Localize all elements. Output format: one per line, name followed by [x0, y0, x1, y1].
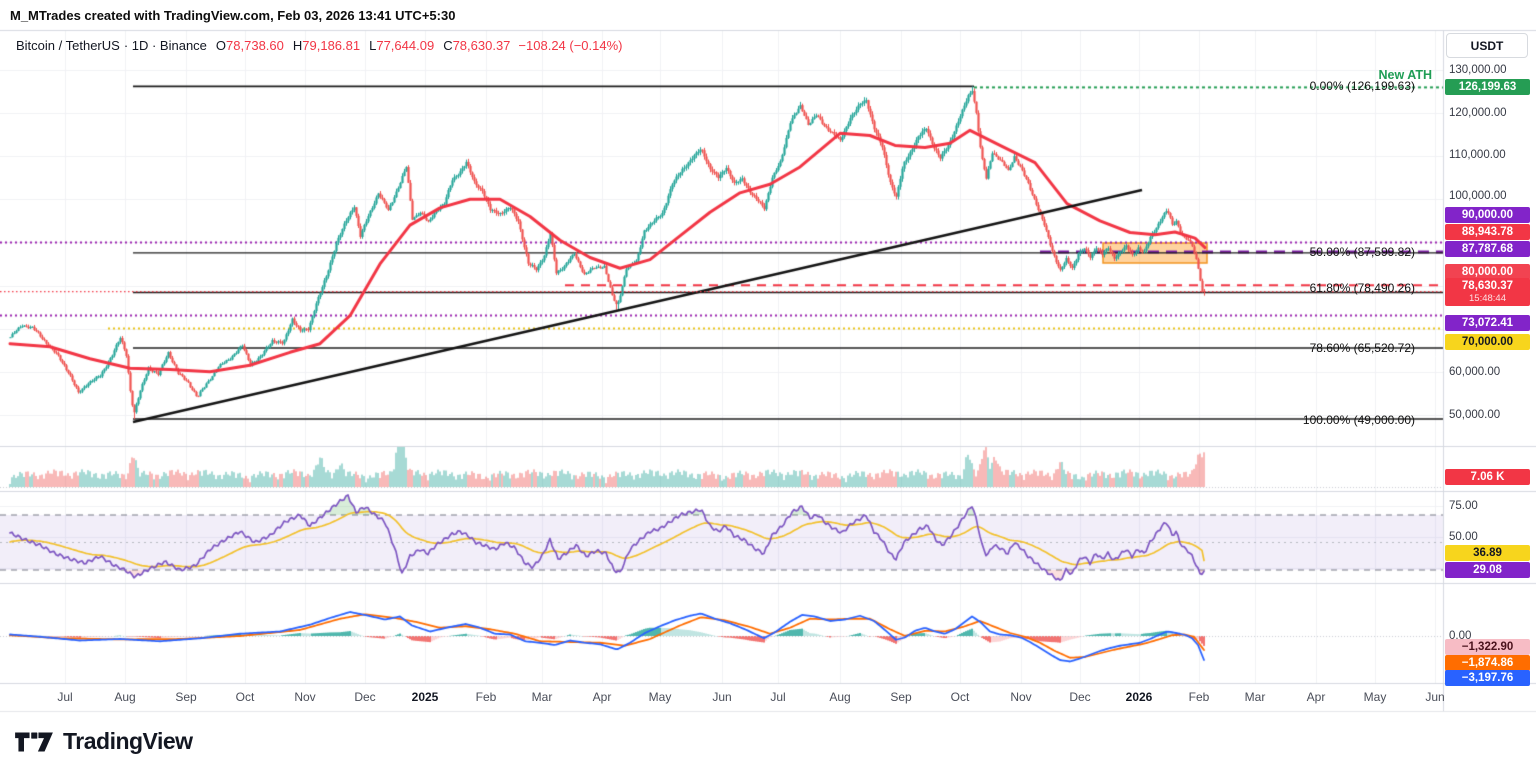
- high-label: H: [293, 38, 302, 53]
- time-axis-month-label: Oct: [951, 690, 970, 704]
- change-value: −108.24 (−0.14%): [518, 38, 622, 53]
- time-axis-month-label: Feb: [476, 690, 497, 704]
- time-axis-month-label: Sep: [175, 690, 196, 704]
- time-axis-month-label: Nov: [294, 690, 315, 704]
- fib-level-label[interactable]: 50.00% (87,599.82): [1310, 245, 1415, 259]
- price-line-badge: −1,874.86: [1445, 655, 1530, 671]
- badge-value: 70,000.00: [1445, 334, 1530, 350]
- badge-value: 78,630.37: [1445, 278, 1530, 294]
- price-line-badge: 126,199.63: [1445, 79, 1530, 95]
- tradingview-logo-link[interactable]: TradingView: [14, 728, 193, 755]
- time-axis-month-label: May: [1364, 690, 1387, 704]
- badge-value: 126,199.63: [1445, 79, 1530, 95]
- price-line-badge[interactable]: 87,787.68: [1445, 241, 1530, 257]
- high-value: 79,186.81: [302, 38, 360, 53]
- price-line-badge: 36.89: [1445, 545, 1530, 561]
- countdown-timer: 15:48:44: [1445, 294, 1530, 306]
- current-price-badge: 78,630.3715:48:44: [1445, 278, 1530, 306]
- time-axis-month-label: Jun: [712, 690, 731, 704]
- price-line-badge: −3,197.76: [1445, 670, 1530, 686]
- badge-value: 90,000.00: [1445, 207, 1530, 223]
- time-axis-month-label: Nov: [1010, 690, 1031, 704]
- time-axis-year-label: 2026: [1126, 690, 1153, 704]
- fib-level-label[interactable]: 100.00% (49,000.00): [1303, 413, 1415, 427]
- attribution-text: M_MTrades created with TradingView.com, …: [10, 8, 455, 23]
- time-axis-month-label: Jul: [57, 690, 72, 704]
- price-line-badge[interactable]: 70,000.00: [1445, 334, 1530, 350]
- open-value: 78,738.60: [226, 38, 284, 53]
- symbol-meta: · 1D · Binance: [124, 38, 207, 53]
- badge-value: −3,197.76: [1445, 670, 1530, 686]
- symbol-title[interactable]: Bitcoin / TetherUS: [16, 38, 120, 53]
- price-axis-label: 50.00: [1449, 531, 1478, 543]
- tradingview-screenshot: M_MTrades created with TradingView.com, …: [0, 0, 1536, 775]
- time-axis-month-label: Jun: [1425, 690, 1444, 704]
- time-axis-month-label: Aug: [829, 690, 850, 704]
- price-line-badge[interactable]: 88,943.78: [1445, 224, 1530, 240]
- time-axis-month-label: Aug: [114, 690, 135, 704]
- time-axis-month-label: Apr: [593, 690, 612, 704]
- time-axis-month-label: Feb: [1189, 690, 1210, 704]
- fib-level-label[interactable]: 61.80% (78,490.26): [1310, 281, 1415, 295]
- price-line-badge: 7.06 K: [1445, 469, 1530, 485]
- time-axis-month-label: Dec: [354, 690, 375, 704]
- price-axis-label: 75.00: [1449, 500, 1478, 512]
- badge-value: −1,322.90: [1445, 639, 1530, 655]
- time-axis-month-label: Dec: [1069, 690, 1090, 704]
- time-axis-month-label: Apr: [1307, 690, 1326, 704]
- badge-value: 73,072.41: [1445, 315, 1530, 331]
- close-value: 78,630.37: [453, 38, 511, 53]
- time-axis-month-label: Sep: [890, 690, 911, 704]
- price-axis-label: 50,000.00: [1449, 409, 1500, 421]
- price-line-badge[interactable]: 90,000.00: [1445, 207, 1530, 223]
- badge-value: 7.06 K: [1445, 469, 1530, 485]
- badge-value: 36.89: [1445, 545, 1530, 561]
- price-axis-label: 100,000.00: [1449, 190, 1507, 202]
- time-axis-month-label: Oct: [236, 690, 255, 704]
- badge-value: 87,787.68: [1445, 241, 1530, 257]
- time-axis-month-label: Mar: [532, 690, 553, 704]
- price-line-badge[interactable]: 73,072.41: [1445, 315, 1530, 331]
- price-axis-label: 110,000.00: [1449, 149, 1506, 161]
- badge-value: 88,943.78: [1445, 224, 1530, 240]
- fib-level-label[interactable]: 78.60% (65,520.72): [1310, 341, 1415, 355]
- price-line-badge: 29.08: [1445, 562, 1530, 578]
- time-axis-month-label: Jul: [770, 690, 785, 704]
- badge-value: 29.08: [1445, 562, 1530, 578]
- price-axis-label: 60,000.00: [1449, 366, 1500, 378]
- tradingview-logo-icon: [14, 729, 54, 755]
- tradingview-wordmark: TradingView: [63, 728, 193, 755]
- chart-canvas[interactable]: [0, 0, 1536, 775]
- price-axis-label: 120,000.00: [1449, 107, 1507, 119]
- low-value: 77,644.09: [376, 38, 434, 53]
- time-axis-month-label: May: [649, 690, 672, 704]
- new-ath-label: New ATH: [1379, 68, 1432, 82]
- time-axis-month-label: Mar: [1245, 690, 1266, 704]
- close-label: C: [443, 38, 452, 53]
- badge-value: −1,874.86: [1445, 655, 1530, 671]
- currency-toggle-button[interactable]: USDT: [1446, 33, 1528, 58]
- open-label: O: [216, 38, 226, 53]
- price-axis-label: 130,000.00: [1449, 64, 1507, 76]
- price-line-badge: −1,322.90: [1445, 639, 1530, 655]
- time-axis-year-label: 2025: [412, 690, 439, 704]
- symbol-legend: Bitcoin / TetherUS · 1D · Binance O78,738.…: [16, 38, 623, 53]
